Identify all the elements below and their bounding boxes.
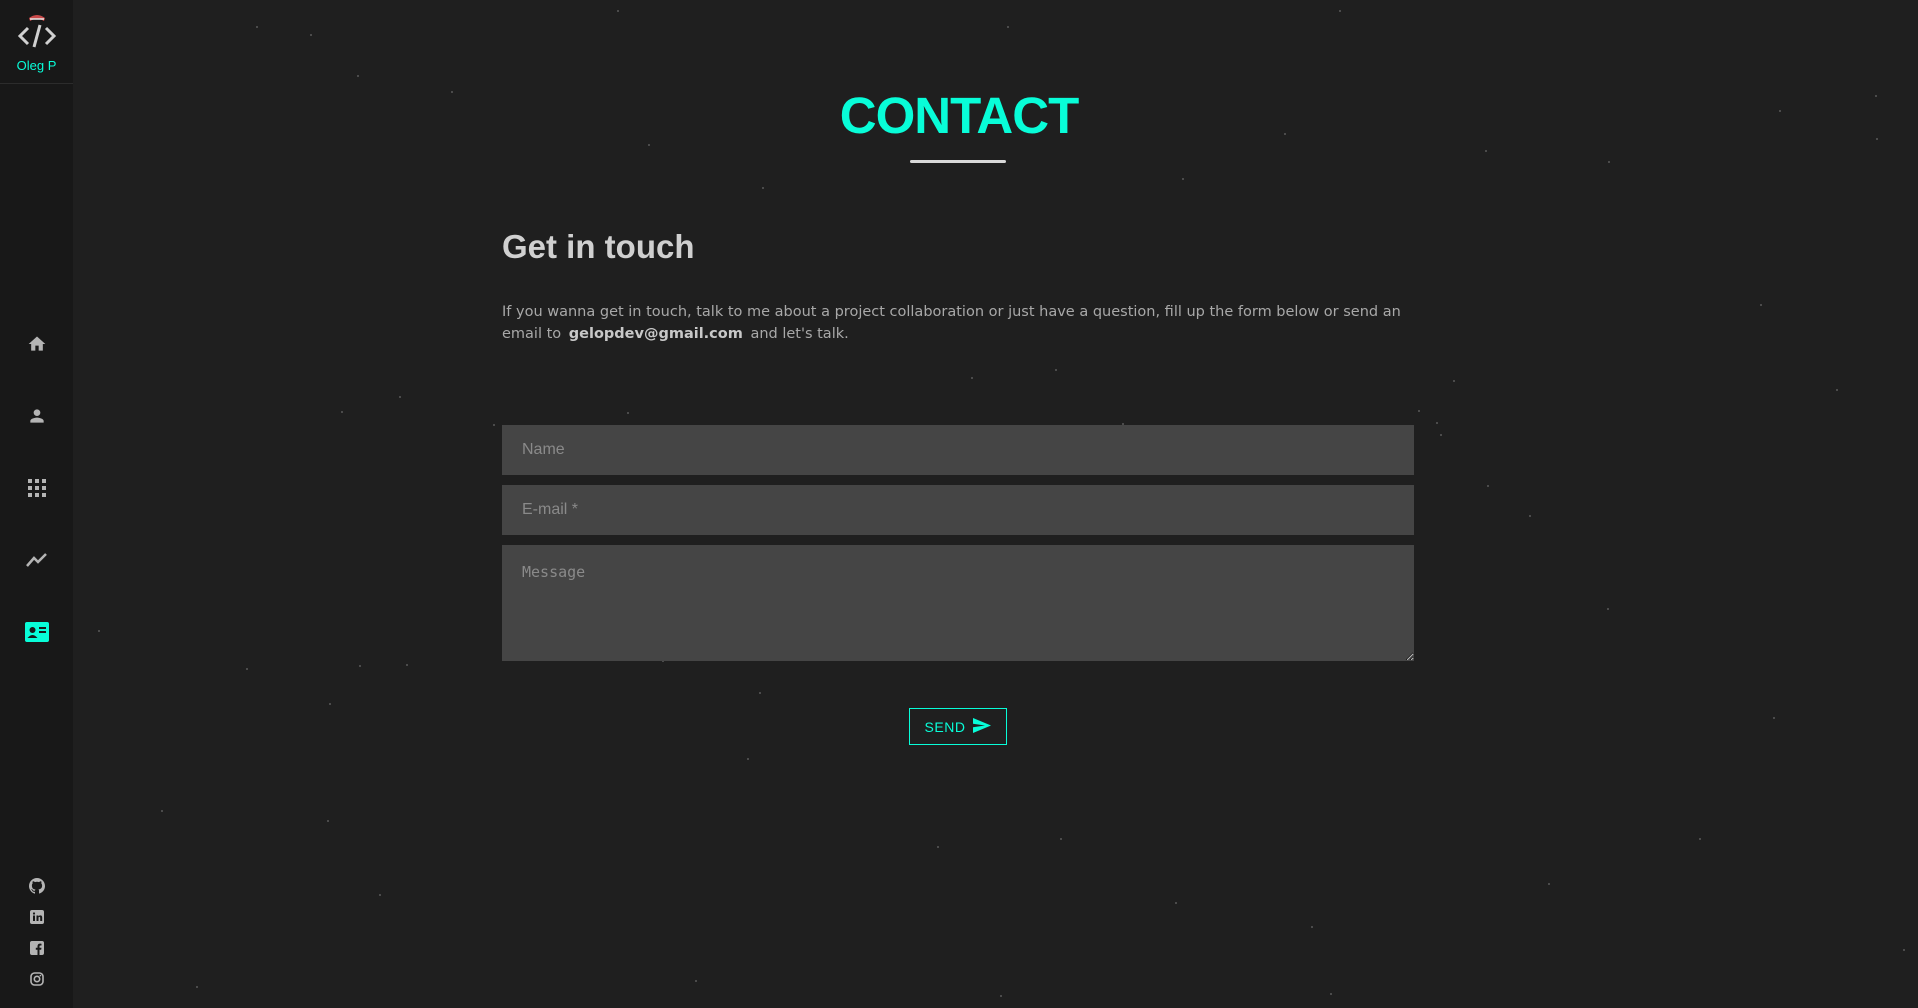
- brand-name: Oleg P: [16, 58, 57, 73]
- star: [310, 34, 312, 36]
- star: [1182, 178, 1184, 180]
- star: [1311, 926, 1313, 928]
- star: [617, 10, 619, 12]
- star: [971, 377, 973, 379]
- star: [359, 665, 361, 667]
- star: [1060, 838, 1062, 840]
- star: [759, 692, 761, 694]
- facebook-icon: [29, 940, 44, 959]
- social-instagram[interactable]: [0, 965, 73, 996]
- linkedin-icon: [29, 909, 44, 928]
- send-button-label: SEND: [924, 718, 966, 735]
- star: [493, 424, 495, 426]
- star: [937, 846, 939, 848]
- nav-item-skills[interactable]: [0, 526, 73, 598]
- code-brackets-icon: [15, 8, 59, 52]
- name-field[interactable]: [502, 425, 1414, 475]
- star: [1440, 434, 1442, 436]
- star: [379, 894, 381, 896]
- star: [1007, 26, 1009, 28]
- trending-icon: [25, 552, 48, 572]
- star: [1330, 993, 1332, 995]
- star: [1175, 902, 1177, 904]
- star: [406, 664, 408, 666]
- star: [1339, 10, 1341, 12]
- github-icon: [28, 877, 45, 898]
- contact-card-icon: [24, 622, 49, 646]
- star: [1055, 369, 1057, 371]
- star: [1453, 380, 1455, 382]
- star: [762, 187, 764, 189]
- message-field[interactable]: [502, 545, 1414, 661]
- star: [1000, 995, 1002, 997]
- section-subtitle: Get in touch: [502, 228, 695, 265]
- sidebar: Oleg P: [0, 0, 73, 1008]
- intro-text: If you wanna get in touch, talk to me ab…: [502, 301, 1402, 345]
- star: [1608, 161, 1610, 163]
- star: [246, 668, 248, 670]
- social-links: [0, 872, 73, 996]
- send-button[interactable]: SEND: [909, 708, 1007, 745]
- logo[interactable]: Oleg P: [0, 0, 73, 84]
- grid-icon: [27, 479, 46, 501]
- star: [1487, 485, 1489, 487]
- star: [1699, 838, 1701, 840]
- star: [327, 820, 329, 822]
- star: [1548, 883, 1550, 885]
- star: [1903, 949, 1905, 951]
- nav-item-home[interactable]: [0, 310, 73, 382]
- star: [1418, 410, 1420, 412]
- send-icon: [973, 717, 992, 736]
- user-icon: [27, 406, 47, 430]
- star: [747, 758, 749, 760]
- nav-item-contact[interactable]: [0, 598, 73, 670]
- star: [341, 411, 343, 413]
- main-nav: [0, 310, 73, 670]
- star: [256, 26, 258, 28]
- star: [161, 810, 163, 812]
- intro-text-after: and let's talk.: [750, 326, 849, 342]
- social-facebook[interactable]: [0, 934, 73, 965]
- home-icon: [27, 334, 47, 358]
- page-title: CONTACT: [839, 87, 1080, 144]
- instagram-icon: [29, 971, 44, 990]
- nav-item-about[interactable]: [0, 382, 73, 454]
- star: [695, 980, 697, 982]
- star: [1836, 389, 1838, 391]
- star: [1485, 150, 1487, 152]
- star: [1436, 422, 1438, 424]
- email-field[interactable]: [502, 485, 1414, 535]
- star: [1875, 95, 1877, 97]
- star: [627, 412, 629, 414]
- star: [1607, 608, 1609, 610]
- star: [1876, 138, 1878, 140]
- title-underline: [910, 160, 1006, 163]
- star: [98, 630, 100, 632]
- social-github[interactable]: [0, 872, 73, 903]
- star: [1760, 304, 1762, 306]
- email-address: gelopdev@gmail.com: [568, 326, 743, 342]
- star: [399, 396, 401, 398]
- star: [1773, 717, 1775, 719]
- star: [329, 703, 331, 705]
- star: [196, 986, 198, 988]
- nav-item-portfolio[interactable]: [0, 454, 73, 526]
- star: [357, 75, 359, 77]
- star: [1529, 515, 1531, 517]
- social-linkedin[interactable]: [0, 903, 73, 934]
